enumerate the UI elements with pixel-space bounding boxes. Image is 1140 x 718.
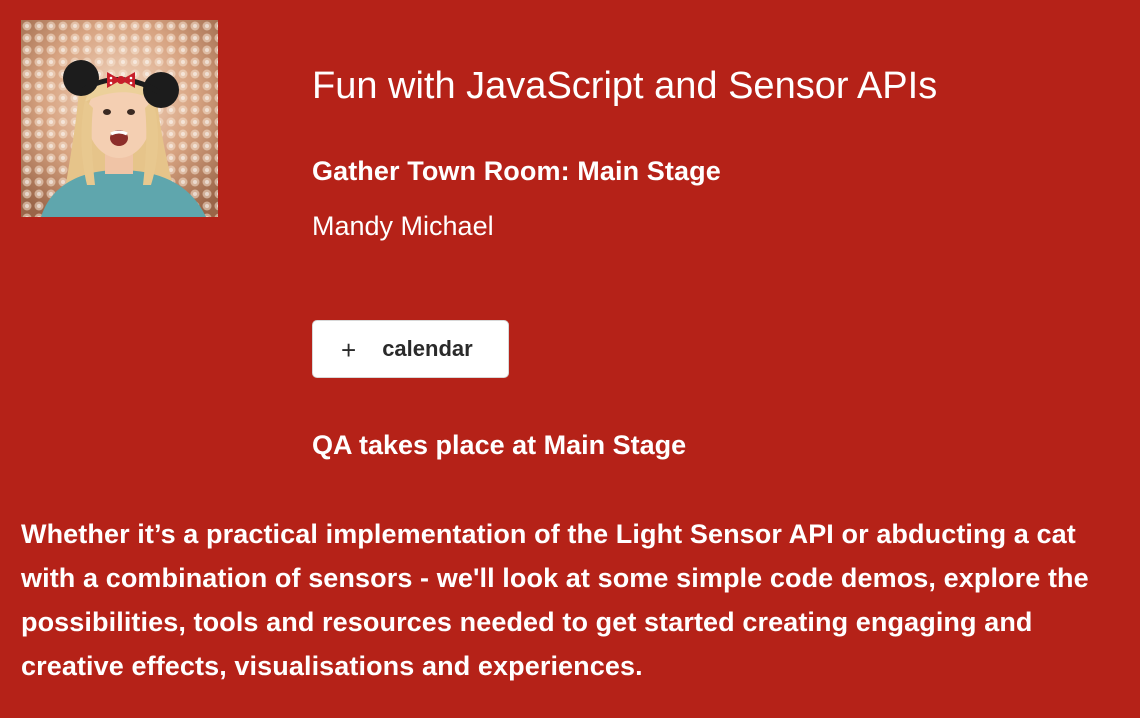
session-description: Whether it’s a practical implementation …: [21, 519, 1089, 681]
session-page: Fun with JavaScript and Sensor APIs Gath…: [0, 0, 1140, 718]
speaker-photo: [21, 20, 218, 217]
room-location: Gather Town Room: Main Stage: [312, 156, 721, 186]
speaker-name[interactable]: Mandy Michael: [312, 208, 494, 244]
plus-icon: +: [341, 335, 357, 365]
add-to-calendar-button[interactable]: + calendar: [312, 320, 509, 378]
calendar-button-label: calendar: [382, 336, 473, 361]
qa-location-note: QA takes place at Main Stage: [312, 430, 687, 460]
session-title: Fun with JavaScript and Sensor APIs: [312, 65, 938, 107]
